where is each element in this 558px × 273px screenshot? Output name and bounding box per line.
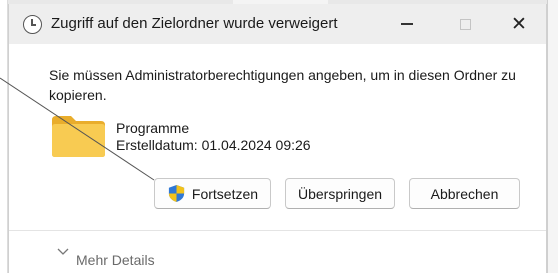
continue-button-label: Fortsetzen bbox=[191, 185, 259, 202]
folder-icon bbox=[52, 116, 105, 157]
uac-shield-icon bbox=[168, 184, 185, 203]
skip-button[interactable]: Überspringen bbox=[285, 178, 395, 209]
background-left-panel bbox=[0, 0, 8, 273]
item-date: Erstelldatum: 01.04.2024 09:26 bbox=[116, 137, 311, 153]
close-icon: ✕ bbox=[511, 12, 527, 35]
skip-button-label: Überspringen bbox=[297, 185, 383, 202]
cancel-button-label: Abbrechen bbox=[430, 185, 499, 202]
maximize-button[interactable] bbox=[442, 4, 488, 44]
dialog-message: Sie müssen Administratorberechtigungen a… bbox=[49, 67, 516, 103]
cancel-button[interactable]: Abbrechen bbox=[409, 178, 520, 209]
item-name: Programme bbox=[116, 120, 190, 136]
access-denied-dialog: Zugriff auf den Zielordner wurde verweig… bbox=[8, 4, 547, 273]
minimize-button[interactable] bbox=[384, 4, 430, 44]
continue-button[interactable]: Fortsetzen bbox=[154, 178, 271, 209]
more-details-toggle[interactable]: Mehr Details bbox=[9, 230, 546, 273]
minimize-icon bbox=[401, 23, 413, 25]
dialog-title: Zugriff auf den Zielordner wurde verweig… bbox=[51, 15, 338, 32]
clock-icon bbox=[23, 15, 42, 34]
chevron-down-icon bbox=[57, 248, 69, 255]
background-right-panel bbox=[547, 0, 558, 273]
title-bar[interactable]: Zugriff auf den Zielordner wurde verweig… bbox=[9, 4, 546, 44]
close-button[interactable]: ✕ bbox=[496, 4, 542, 44]
maximize-icon bbox=[459, 18, 471, 30]
more-details-label: Mehr Details bbox=[76, 252, 155, 268]
